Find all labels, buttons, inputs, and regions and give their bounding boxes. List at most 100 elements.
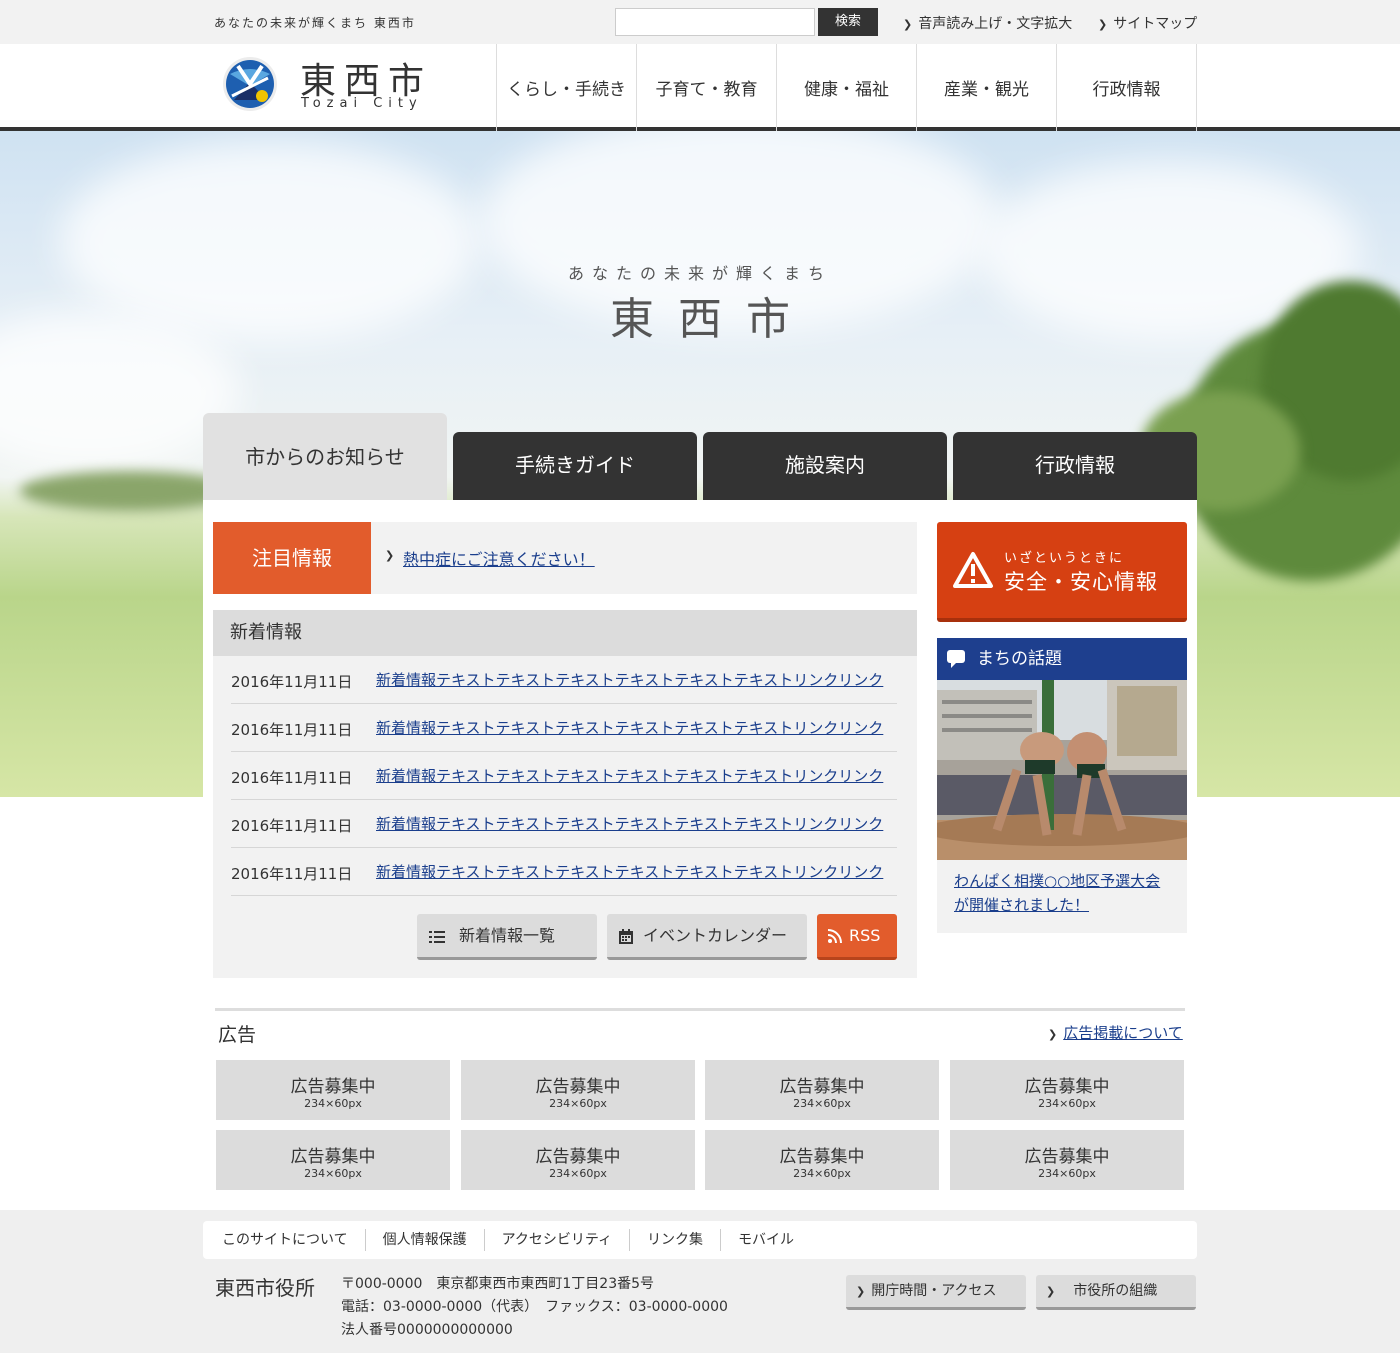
ad-size: 234×60px: [1038, 1167, 1096, 1180]
city-logo-icon[interactable]: [222, 56, 278, 112]
site-header: 東西市 Tozai City くらし・手続き 子育て・教育 健康・福祉 産業・観…: [0, 44, 1400, 131]
chevron-right-icon: ❯: [1048, 1028, 1058, 1041]
town-topics: まちの話題 わんぱく相撲○○地区予選大会が開催されました！: [937, 638, 1187, 933]
access-label: 開庁時間・アクセス: [871, 1283, 997, 1299]
featured-link[interactable]: 熱中症にご注意ください！: [403, 546, 595, 570]
ad-banner[interactable]: 広告募集中 234×60px: [216, 1060, 450, 1120]
ad-label: 広告募集中: [535, 1077, 621, 1097]
topics-photo[interactable]: [937, 680, 1187, 860]
ad-size: 234×60px: [304, 1097, 362, 1110]
footer-link-mobile[interactable]: モバイル: [721, 1229, 811, 1251]
office-address: 〒000-0000 東京都東西市東西町1丁目23番5号: [341, 1276, 655, 1292]
organization-label: 市役所の組織: [1073, 1283, 1158, 1299]
chevron-right-icon: ❯: [856, 1285, 866, 1298]
hero-tagline: あなたの未来が輝くまち: [567, 264, 832, 283]
site-footer: このサイトについて 個人情報保護 アクセシビリティ リンク集 モバイル 東西市役…: [0, 1210, 1400, 1353]
gnav-item-sangyo[interactable]: 産業・観光: [917, 44, 1057, 131]
search-input[interactable]: [615, 8, 815, 36]
featured-notice: 注目情報 ❯ 熱中症にご注意ください！: [213, 522, 917, 594]
ad-label: 広告募集中: [779, 1147, 865, 1167]
safety-subtitle: いざというときに: [1004, 551, 1125, 566]
footer-link-accessibility[interactable]: アクセシビリティ: [485, 1229, 631, 1251]
ad-size: 234×60px: [793, 1167, 851, 1180]
ad-label: 広告募集中: [779, 1077, 865, 1097]
warning-icon: [953, 552, 993, 588]
news-list-label: 新着情報一覧: [459, 926, 556, 945]
footer-link-about[interactable]: このサイトについて: [205, 1229, 366, 1251]
ads-divider: [215, 1008, 1185, 1011]
ad-banner[interactable]: 広告募集中 234×60px: [950, 1060, 1184, 1120]
news-link[interactable]: 新着情報テキストテキストテキストテキストテキストテキストリンクリンク: [376, 813, 883, 834]
organization-button[interactable]: ❯ 市役所の組織: [1036, 1275, 1196, 1310]
safety-info-button[interactable]: いざというときに 安全・安心情報: [937, 522, 1187, 622]
calendar-icon: [619, 929, 633, 944]
site-subtitle: Tozai City: [301, 96, 423, 111]
gnav-item-gyosei[interactable]: 行政情報: [1057, 44, 1197, 131]
event-calendar-button[interactable]: イベントカレンダー: [607, 914, 807, 960]
access-button[interactable]: ❯ 開庁時間・アクセス: [846, 1275, 1026, 1310]
ad-size: 234×60px: [304, 1167, 362, 1180]
topics-link[interactable]: わんぱく相撲○○地区予選大会が開催されました！: [954, 869, 1174, 917]
office-phone: 電話：03-0000-0000（代表） ファックス：03-0000-0000: [341, 1299, 728, 1315]
rss-icon: [828, 929, 842, 943]
search-button[interactable]: 検索: [818, 8, 878, 36]
ad-size: 234×60px: [793, 1097, 851, 1110]
ad-size: 234×60px: [549, 1167, 607, 1180]
news-link[interactable]: 新着情報テキストテキストテキストテキストテキストテキストリンクリンク: [376, 669, 883, 690]
ad-banner[interactable]: 広告募集中 234×60px: [705, 1060, 939, 1120]
ad-label: 広告募集中: [1024, 1077, 1110, 1097]
ad-banner[interactable]: 広告募集中 234×60px: [461, 1130, 695, 1190]
tab-gyosei[interactable]: 行政情報: [953, 432, 1197, 500]
news-item: 2016年11月11日 新着情報テキストテキストテキストテキストテキストテキスト…: [231, 848, 897, 896]
ad-label: 広告募集中: [535, 1147, 621, 1167]
topics-heading-label: まちの話題: [977, 649, 1062, 669]
event-calendar-label: イベントカレンダー: [643, 926, 788, 945]
office-name: 東西市役所: [215, 1276, 315, 1300]
chevron-right-icon: ❯: [385, 549, 395, 562]
ad-size: 234×60px: [549, 1097, 607, 1110]
chevron-right-icon: ❯: [1046, 1285, 1056, 1298]
news-link[interactable]: 新着情報テキストテキストテキストテキストテキストテキストリンクリンク: [376, 765, 883, 786]
sitemap-link[interactable]: ❯ サイトマップ: [1098, 13, 1197, 33]
news-heading: 新着情報: [213, 610, 917, 656]
featured-label: 注目情報: [213, 522, 371, 594]
news-link[interactable]: 新着情報テキストテキストテキストテキストテキストテキストリンクリンク: [376, 717, 883, 738]
speech-bubble-icon: [947, 650, 965, 668]
safety-title: 安全・安心情報: [1004, 570, 1158, 594]
footer-link-privacy[interactable]: 個人情報保護: [366, 1229, 485, 1251]
header-tagline: あなたの未来が輝くまち 東西市: [214, 16, 416, 30]
footer-link-links[interactable]: リンク集: [630, 1229, 722, 1251]
corporate-number: 法人番号0000000000000: [341, 1322, 513, 1338]
tab-shisetsu[interactable]: 施設案内: [703, 432, 947, 500]
news-date: 2016年11月11日: [231, 673, 353, 691]
gnav-item-kenko[interactable]: 健康・福祉: [777, 44, 917, 131]
hero-title: 東西市: [610, 294, 814, 345]
news-date: 2016年11月11日: [231, 865, 353, 883]
news-link[interactable]: 新着情報テキストテキストテキストテキストテキストテキストリンクリンク: [376, 861, 883, 882]
ad-banner[interactable]: 広告募集中 234×60px: [216, 1130, 450, 1190]
tab-tetsuzuki[interactable]: 手続きガイド: [453, 432, 697, 500]
ads-about-label: 広告掲載について: [1063, 1024, 1183, 1042]
news-date: 2016年11月11日: [231, 769, 353, 787]
voice-read-link[interactable]: ❯ 音声読み上げ・文字拡大: [903, 13, 1072, 33]
chevron-right-icon: ❯: [1098, 18, 1108, 31]
rss-button[interactable]: RSS: [817, 914, 897, 960]
tab-oshirase[interactable]: 市からのお知らせ: [203, 413, 447, 506]
ad-label: 広告募集中: [1024, 1147, 1110, 1167]
ad-size: 234×60px: [1038, 1097, 1096, 1110]
top-bar: あなたの未来が輝くまち 東西市 検索 ❯ 音声読み上げ・文字拡大 ❯ サイトマップ: [0, 0, 1400, 44]
news-item: 2016年11月11日 新着情報テキストテキストテキストテキストテキストテキスト…: [231, 656, 897, 704]
footer-nav: このサイトについて 個人情報保護 アクセシビリティ リンク集 モバイル: [203, 1221, 1197, 1259]
news-item: 2016年11月11日 新着情報テキストテキストテキストテキストテキストテキスト…: [231, 704, 897, 752]
ad-banner[interactable]: 広告募集中 234×60px: [461, 1060, 695, 1120]
gnav-item-kurashi[interactable]: くらし・手続き: [497, 44, 637, 131]
news-list-button[interactable]: 新着情報一覧: [417, 914, 597, 960]
ad-banner[interactable]: 広告募集中 234×60px: [950, 1130, 1184, 1190]
news-date: 2016年11月11日: [231, 817, 353, 835]
news-section: 新着情報 2016年11月11日 新着情報テキストテキストテキストテキストテキス…: [213, 610, 917, 978]
ads-title: 広告: [218, 1024, 257, 1046]
gnav-item-kosodate[interactable]: 子育て・教育: [637, 44, 777, 131]
topics-heading: まちの話題: [937, 638, 1187, 680]
ad-banner[interactable]: 広告募集中 234×60px: [705, 1130, 939, 1190]
ads-about-link[interactable]: ❯ 広告掲載について: [1048, 1022, 1183, 1043]
